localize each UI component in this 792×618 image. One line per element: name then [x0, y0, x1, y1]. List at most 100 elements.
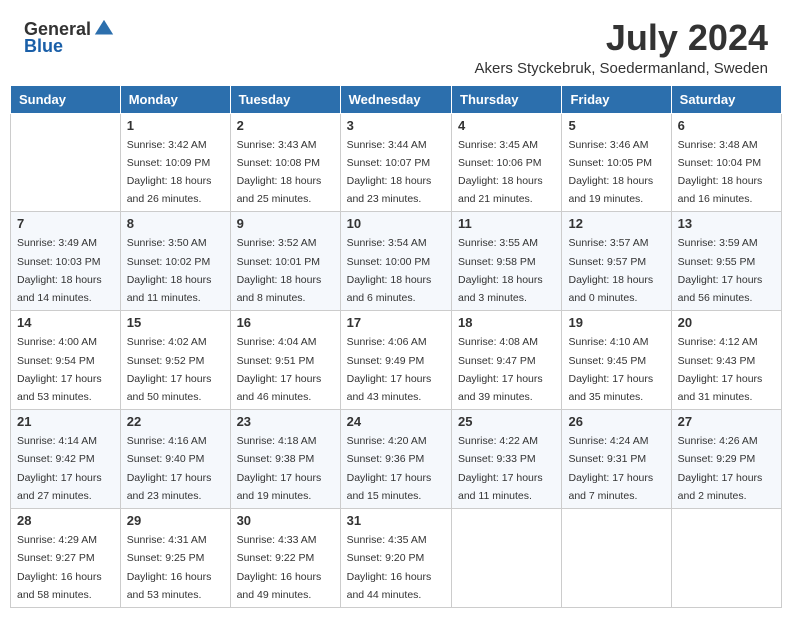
week-row-5: 28 Sunrise: 4:29 AMSunset: 9:27 PMDaylig…: [11, 509, 782, 608]
week-row-4: 21 Sunrise: 4:14 AMSunset: 9:42 PMDaylig…: [11, 410, 782, 509]
header-thursday: Thursday: [452, 85, 562, 113]
title-section: July 2024 Akers Styckebruk, Soedermanlan…: [475, 18, 769, 77]
day-info: Sunrise: 4:10 AMSunset: 9:45 PMDaylight:…: [568, 336, 653, 403]
day-number: 17: [347, 315, 445, 330]
day-number: 13: [678, 216, 775, 231]
day-number: 18: [458, 315, 555, 330]
header-wednesday: Wednesday: [340, 85, 451, 113]
day-number: 28: [17, 513, 114, 528]
day-number: 22: [127, 414, 224, 429]
day-number: 15: [127, 315, 224, 330]
day-info: Sunrise: 3:55 AMSunset: 9:58 PMDaylight:…: [458, 237, 543, 304]
cell-0-4: 4 Sunrise: 3:45 AMSunset: 10:06 PMDaylig…: [452, 113, 562, 212]
day-number: 31: [347, 513, 445, 528]
day-number: 21: [17, 414, 114, 429]
cell-4-0: 28 Sunrise: 4:29 AMSunset: 9:27 PMDaylig…: [11, 509, 121, 608]
day-info: Sunrise: 3:42 AMSunset: 10:09 PMDaylight…: [127, 139, 212, 206]
header-friday: Friday: [562, 85, 671, 113]
day-number: 26: [568, 414, 664, 429]
cell-3-2: 23 Sunrise: 4:18 AMSunset: 9:38 PMDaylig…: [230, 410, 340, 509]
header-saturday: Saturday: [671, 85, 781, 113]
day-number: 10: [347, 216, 445, 231]
cell-0-5: 5 Sunrise: 3:46 AMSunset: 10:05 PMDaylig…: [562, 113, 671, 212]
cell-4-6: [671, 509, 781, 608]
day-info: Sunrise: 3:49 AMSunset: 10:03 PMDaylight…: [17, 237, 102, 304]
cell-4-1: 29 Sunrise: 4:31 AMSunset: 9:25 PMDaylig…: [120, 509, 230, 608]
day-info: Sunrise: 3:52 AMSunset: 10:01 PMDaylight…: [237, 237, 322, 304]
cell-0-0: [11, 113, 121, 212]
month-title: July 2024: [475, 18, 769, 58]
page-header: General Blue July 2024 Akers Styckebruk,…: [0, 0, 792, 85]
day-info: Sunrise: 4:12 AMSunset: 9:43 PMDaylight:…: [678, 336, 763, 403]
cell-3-4: 25 Sunrise: 4:22 AMSunset: 9:33 PMDaylig…: [452, 410, 562, 509]
cell-4-2: 30 Sunrise: 4:33 AMSunset: 9:22 PMDaylig…: [230, 509, 340, 608]
day-info: Sunrise: 4:26 AMSunset: 9:29 PMDaylight:…: [678, 435, 763, 502]
cell-4-4: [452, 509, 562, 608]
cell-1-0: 7 Sunrise: 3:49 AMSunset: 10:03 PMDaylig…: [11, 212, 121, 311]
day-info: Sunrise: 3:57 AMSunset: 9:57 PMDaylight:…: [568, 237, 653, 304]
day-number: 6: [678, 118, 775, 133]
day-info: Sunrise: 3:54 AMSunset: 10:00 PMDaylight…: [347, 237, 432, 304]
day-info: Sunrise: 4:00 AMSunset: 9:54 PMDaylight:…: [17, 336, 102, 403]
cell-0-1: 1 Sunrise: 3:42 AMSunset: 10:09 PMDaylig…: [120, 113, 230, 212]
day-info: Sunrise: 4:35 AMSunset: 9:20 PMDaylight:…: [347, 534, 432, 601]
calendar-wrapper: Sunday Monday Tuesday Wednesday Thursday…: [0, 85, 792, 618]
logo-blue: Blue: [24, 36, 63, 57]
day-info: Sunrise: 3:44 AMSunset: 10:07 PMDaylight…: [347, 139, 432, 206]
day-info: Sunrise: 3:50 AMSunset: 10:02 PMDaylight…: [127, 237, 212, 304]
day-number: 16: [237, 315, 334, 330]
day-number: 14: [17, 315, 114, 330]
cell-1-6: 13 Sunrise: 3:59 AMSunset: 9:55 PMDaylig…: [671, 212, 781, 311]
cell-1-1: 8 Sunrise: 3:50 AMSunset: 10:02 PMDaylig…: [120, 212, 230, 311]
cell-0-6: 6 Sunrise: 3:48 AMSunset: 10:04 PMDaylig…: [671, 113, 781, 212]
cell-4-3: 31 Sunrise: 4:35 AMSunset: 9:20 PMDaylig…: [340, 509, 451, 608]
day-info: Sunrise: 4:29 AMSunset: 9:27 PMDaylight:…: [17, 534, 102, 601]
location-title: Akers Styckebruk, Soedermanland, Sweden: [475, 60, 769, 77]
cell-0-2: 2 Sunrise: 3:43 AMSunset: 10:08 PMDaylig…: [230, 113, 340, 212]
day-number: 27: [678, 414, 775, 429]
day-number: 1: [127, 118, 224, 133]
day-info: Sunrise: 4:24 AMSunset: 9:31 PMDaylight:…: [568, 435, 653, 502]
day-info: Sunrise: 4:16 AMSunset: 9:40 PMDaylight:…: [127, 435, 212, 502]
day-number: 4: [458, 118, 555, 133]
weekday-header-row: Sunday Monday Tuesday Wednesday Thursday…: [11, 85, 782, 113]
header-tuesday: Tuesday: [230, 85, 340, 113]
cell-2-2: 16 Sunrise: 4:04 AMSunset: 9:51 PMDaylig…: [230, 311, 340, 410]
day-info: Sunrise: 4:33 AMSunset: 9:22 PMDaylight:…: [237, 534, 322, 601]
cell-4-5: [562, 509, 671, 608]
cell-1-4: 11 Sunrise: 3:55 AMSunset: 9:58 PMDaylig…: [452, 212, 562, 311]
week-row-1: 1 Sunrise: 3:42 AMSunset: 10:09 PMDaylig…: [11, 113, 782, 212]
cell-3-5: 26 Sunrise: 4:24 AMSunset: 9:31 PMDaylig…: [562, 410, 671, 509]
cell-3-1: 22 Sunrise: 4:16 AMSunset: 9:40 PMDaylig…: [120, 410, 230, 509]
day-info: Sunrise: 3:59 AMSunset: 9:55 PMDaylight:…: [678, 237, 763, 304]
cell-2-5: 19 Sunrise: 4:10 AMSunset: 9:45 PMDaylig…: [562, 311, 671, 410]
day-number: 8: [127, 216, 224, 231]
day-info: Sunrise: 4:08 AMSunset: 9:47 PMDaylight:…: [458, 336, 543, 403]
day-number: 24: [347, 414, 445, 429]
cell-3-6: 27 Sunrise: 4:26 AMSunset: 9:29 PMDaylig…: [671, 410, 781, 509]
day-info: Sunrise: 3:45 AMSunset: 10:06 PMDaylight…: [458, 139, 543, 206]
day-number: 19: [568, 315, 664, 330]
day-info: Sunrise: 4:04 AMSunset: 9:51 PMDaylight:…: [237, 336, 322, 403]
cell-2-1: 15 Sunrise: 4:02 AMSunset: 9:52 PMDaylig…: [120, 311, 230, 410]
header-sunday: Sunday: [11, 85, 121, 113]
cell-2-3: 17 Sunrise: 4:06 AMSunset: 9:49 PMDaylig…: [340, 311, 451, 410]
day-info: Sunrise: 4:06 AMSunset: 9:49 PMDaylight:…: [347, 336, 432, 403]
week-row-3: 14 Sunrise: 4:00 AMSunset: 9:54 PMDaylig…: [11, 311, 782, 410]
logo: General Blue: [24, 18, 115, 57]
day-info: Sunrise: 4:22 AMSunset: 9:33 PMDaylight:…: [458, 435, 543, 502]
cell-3-0: 21 Sunrise: 4:14 AMSunset: 9:42 PMDaylig…: [11, 410, 121, 509]
calendar-table: Sunday Monday Tuesday Wednesday Thursday…: [10, 85, 782, 608]
day-number: 25: [458, 414, 555, 429]
day-number: 29: [127, 513, 224, 528]
week-row-2: 7 Sunrise: 3:49 AMSunset: 10:03 PMDaylig…: [11, 212, 782, 311]
day-info: Sunrise: 4:14 AMSunset: 9:42 PMDaylight:…: [17, 435, 102, 502]
day-number: 12: [568, 216, 664, 231]
day-number: 30: [237, 513, 334, 528]
cell-2-4: 18 Sunrise: 4:08 AMSunset: 9:47 PMDaylig…: [452, 311, 562, 410]
cell-1-3: 10 Sunrise: 3:54 AMSunset: 10:00 PMDayli…: [340, 212, 451, 311]
day-info: Sunrise: 4:31 AMSunset: 9:25 PMDaylight:…: [127, 534, 212, 601]
cell-2-6: 20 Sunrise: 4:12 AMSunset: 9:43 PMDaylig…: [671, 311, 781, 410]
day-number: 11: [458, 216, 555, 231]
cell-3-3: 24 Sunrise: 4:20 AMSunset: 9:36 PMDaylig…: [340, 410, 451, 509]
